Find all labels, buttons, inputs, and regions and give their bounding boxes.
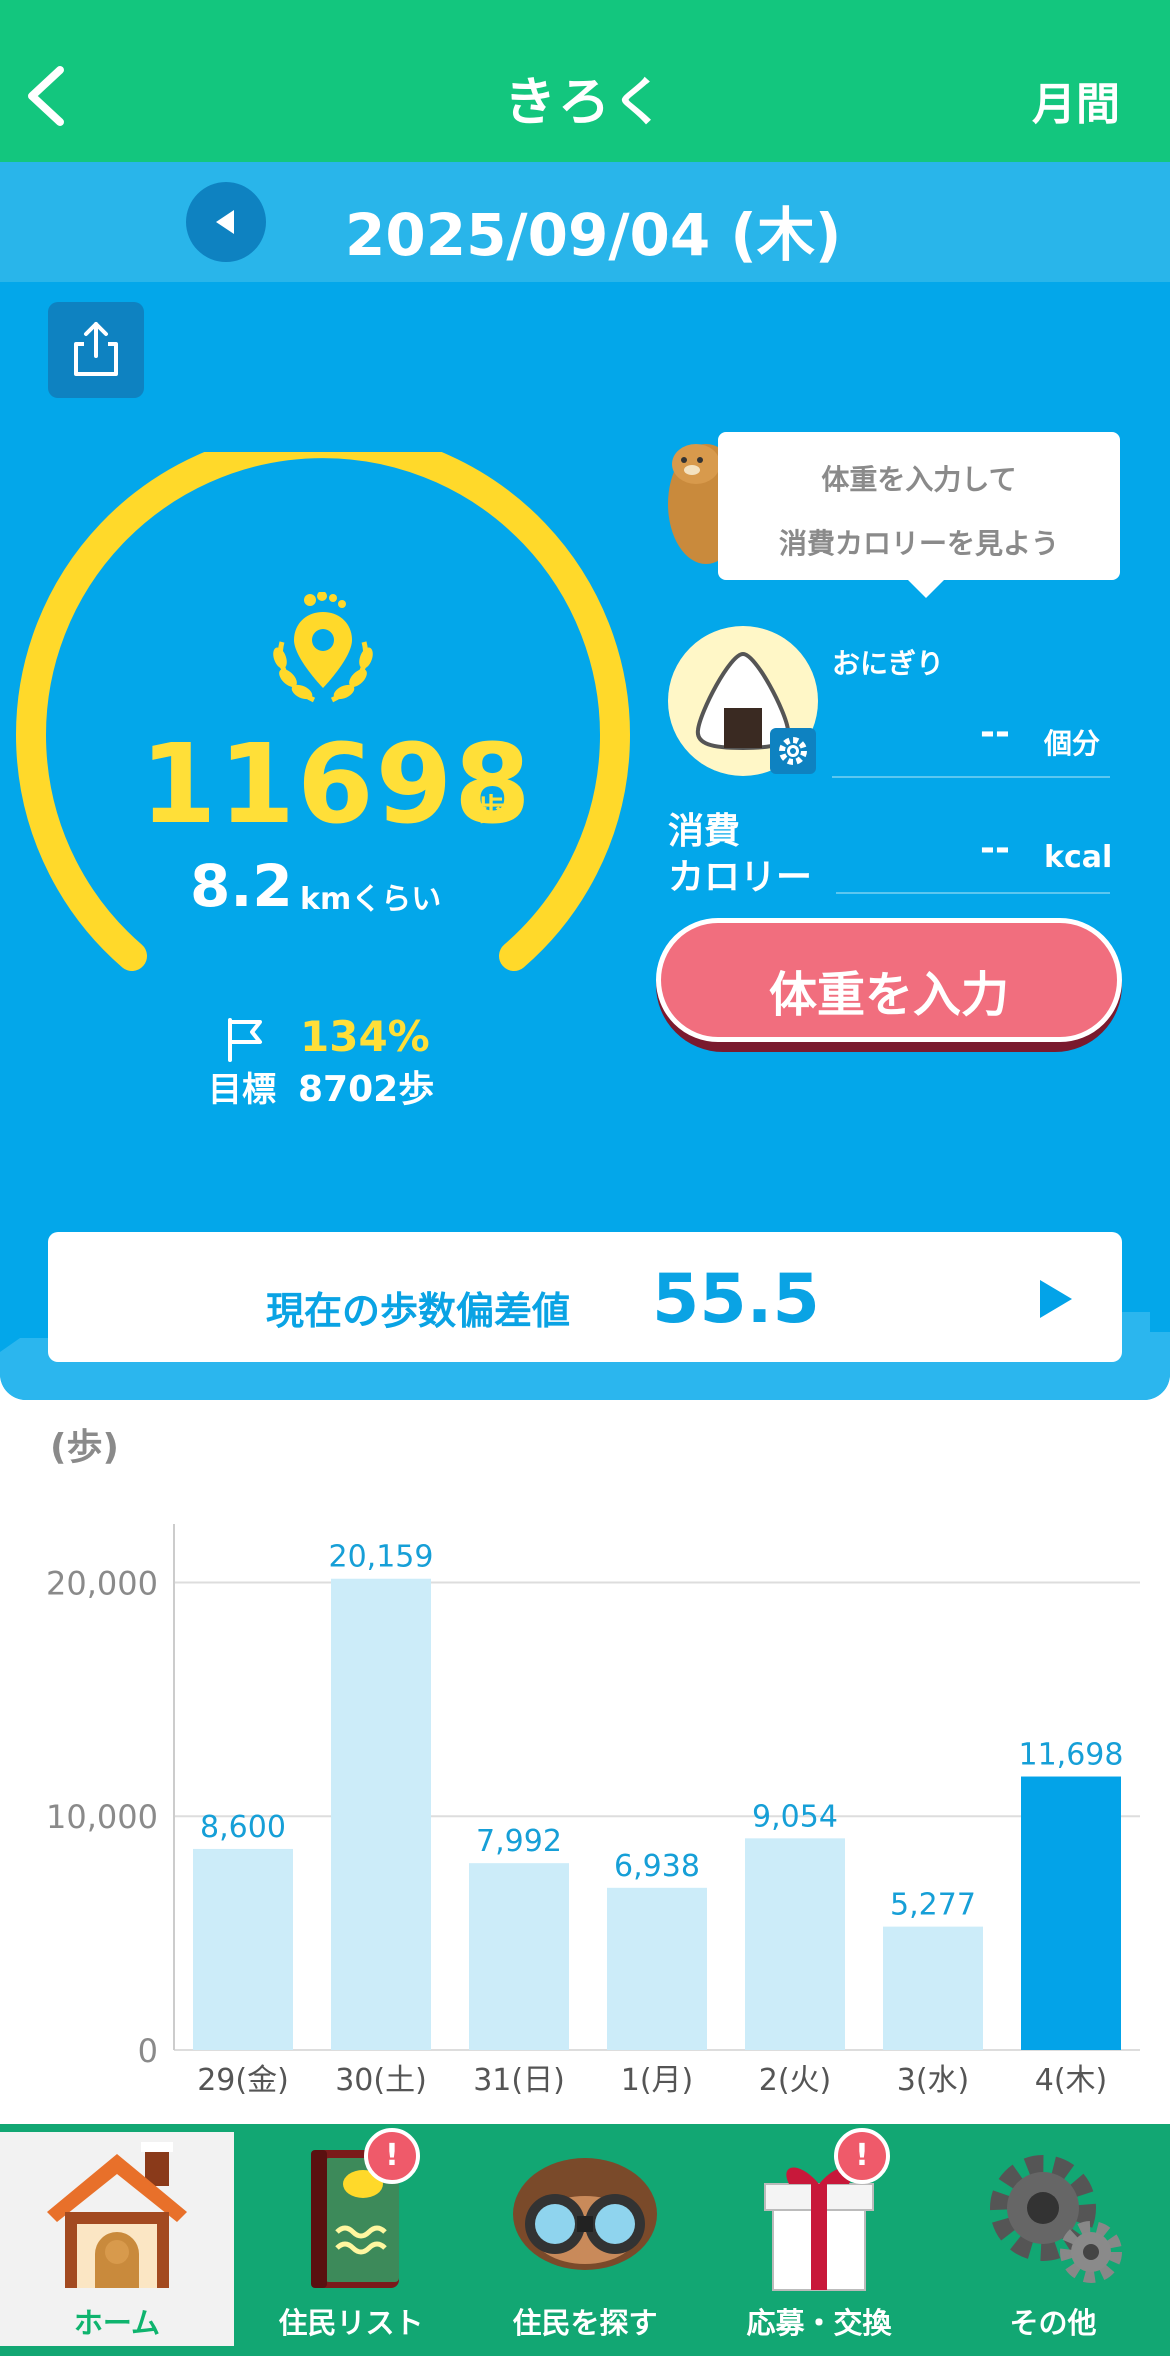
calorie-value: -- xyxy=(980,828,1010,869)
bar xyxy=(1021,1776,1121,2050)
nav-find-residents-label: 住民を探す xyxy=(512,2306,658,2340)
food-amount: -- xyxy=(980,712,1010,753)
notification-badge: ! xyxy=(364,2128,420,2184)
share-icon xyxy=(74,322,118,376)
flag-icon xyxy=(228,1018,262,1062)
y-tick-label: 0 xyxy=(138,2032,158,2070)
distance-value: 8.2 xyxy=(190,852,293,920)
x-tick-label: 29(金) xyxy=(197,2063,289,2098)
bar-value-label: 20,159 xyxy=(329,1540,434,1575)
triangle-left-icon xyxy=(216,210,234,234)
bar-value-label: 8,600 xyxy=(200,1810,286,1845)
bar xyxy=(193,1848,293,2050)
enter-weight-button-face: 体重を入力 xyxy=(656,918,1122,1042)
laurel-pin-icon xyxy=(273,592,373,703)
tip-bubble: 体重を入力して 消費カロリーを見よう xyxy=(718,432,1120,598)
nav-home[interactable]: ホーム xyxy=(0,2132,234,2346)
enter-weight-label: 体重を入力 xyxy=(768,967,1009,1023)
nav-find-residents[interactable]: 住民を探す xyxy=(468,2132,702,2346)
gear-icon xyxy=(779,737,807,765)
bar xyxy=(331,1578,431,2050)
date-label: 2025/09/04 (木) xyxy=(345,201,842,269)
nav-apply-exchange[interactable]: ! 応募・交換 xyxy=(702,2128,936,2346)
deviation-value: 55.5 xyxy=(652,1260,820,1339)
goal-value: 8702歩 xyxy=(298,1069,435,1110)
previous-day-button[interactable] xyxy=(186,182,266,262)
binoculars-icon xyxy=(513,2158,657,2270)
nav-apply-exchange-label: 応募・交換 xyxy=(746,2306,892,2340)
bottom-navigation: ホーム ! 住民リスト 住民を探す ! 応募・交換 その他 xyxy=(0,2124,1170,2356)
food-unit: 個分 xyxy=(1044,727,1101,760)
y-tick-label: 20,000 xyxy=(46,1564,158,1602)
bar-value-label: 7,992 xyxy=(476,1824,562,1859)
tip-line-1: 体重を入力して xyxy=(821,463,1017,496)
enter-weight-button[interactable]: 体重を入力 xyxy=(656,918,1122,1052)
gear-icon xyxy=(990,2155,1122,2283)
calorie-label-line-1: 消費 xyxy=(668,811,741,852)
daily-steps-bar-chart: 0 10,000 20,000 8,600 29(金) 20,159 30(土) 7,992 3… xyxy=(46,1524,1140,2098)
calorie-label-line-2: カロリー xyxy=(668,857,813,898)
bar xyxy=(607,1887,707,2050)
monthly-button[interactable]: 月間 xyxy=(1032,68,1120,132)
play-arrow-icon xyxy=(1040,1280,1072,1318)
x-tick-label: 3(水) xyxy=(897,2063,970,2098)
share-button[interactable] xyxy=(48,302,144,398)
app-header: きろく 月間 xyxy=(0,0,1170,162)
y-tick-label: 10,000 xyxy=(46,1798,158,1836)
food-name: おにぎり xyxy=(832,647,945,680)
calorie-underline xyxy=(836,892,1110,894)
notification-badge: ! xyxy=(834,2128,890,2184)
step-deviation-card[interactable]: 現在の歩数偏差値 55.5 xyxy=(48,1232,1122,1362)
x-tick-label: 2(火) xyxy=(759,2063,832,2098)
bar-value-label: 11,698 xyxy=(1019,1738,1124,1773)
deviation-label: 現在の歩数偏差値 xyxy=(266,1289,571,1333)
date-bar: 2025/09/04 (木) xyxy=(0,162,1170,282)
bar xyxy=(883,1926,983,2050)
steps-count: 11698 xyxy=(140,720,533,848)
otter-mascot-icon xyxy=(668,444,726,564)
house-icon xyxy=(47,2142,187,2288)
food-underline xyxy=(832,776,1110,778)
bar-value-label: 6,938 xyxy=(614,1849,700,1884)
nav-home-label: ホーム xyxy=(73,2306,161,2340)
page-title: きろく xyxy=(503,73,666,133)
bar-value-label: 5,277 xyxy=(890,1888,976,1923)
tip-line-2: 消費カロリーを見よう xyxy=(778,527,1059,560)
nav-resident-list-label: 住民リスト xyxy=(278,2306,424,2340)
x-tick-label: 30(土) xyxy=(335,2063,427,2098)
step-summary-panel: 11698 歩 8.2 kmくらい 134% 目標 8702歩 体重を入力して … xyxy=(0,282,1170,1400)
steps-unit: 歩 xyxy=(476,793,506,828)
chart-unit-label: (歩) xyxy=(50,1427,119,1468)
x-tick-label: 1(月) xyxy=(621,2063,694,2098)
bar-value-label: 9,054 xyxy=(752,1799,838,1834)
distance-unit: kmくらい xyxy=(300,882,442,917)
nav-other[interactable]: その他 xyxy=(936,2132,1170,2346)
x-tick-label: 4(木) xyxy=(1035,2063,1108,2098)
nav-other-label: その他 xyxy=(1009,2306,1097,2340)
achievement-percent: 134% xyxy=(300,1012,430,1061)
goal-label: 目標 xyxy=(208,1070,276,1110)
nav-resident-list[interactable]: ! 住民リスト xyxy=(234,2128,468,2346)
food-settings-button[interactable] xyxy=(770,728,816,774)
calorie-unit: kcal xyxy=(1044,840,1113,875)
bar xyxy=(469,1863,569,2050)
bar xyxy=(745,1838,845,2050)
x-tick-label: 31(日) xyxy=(473,2063,565,2098)
